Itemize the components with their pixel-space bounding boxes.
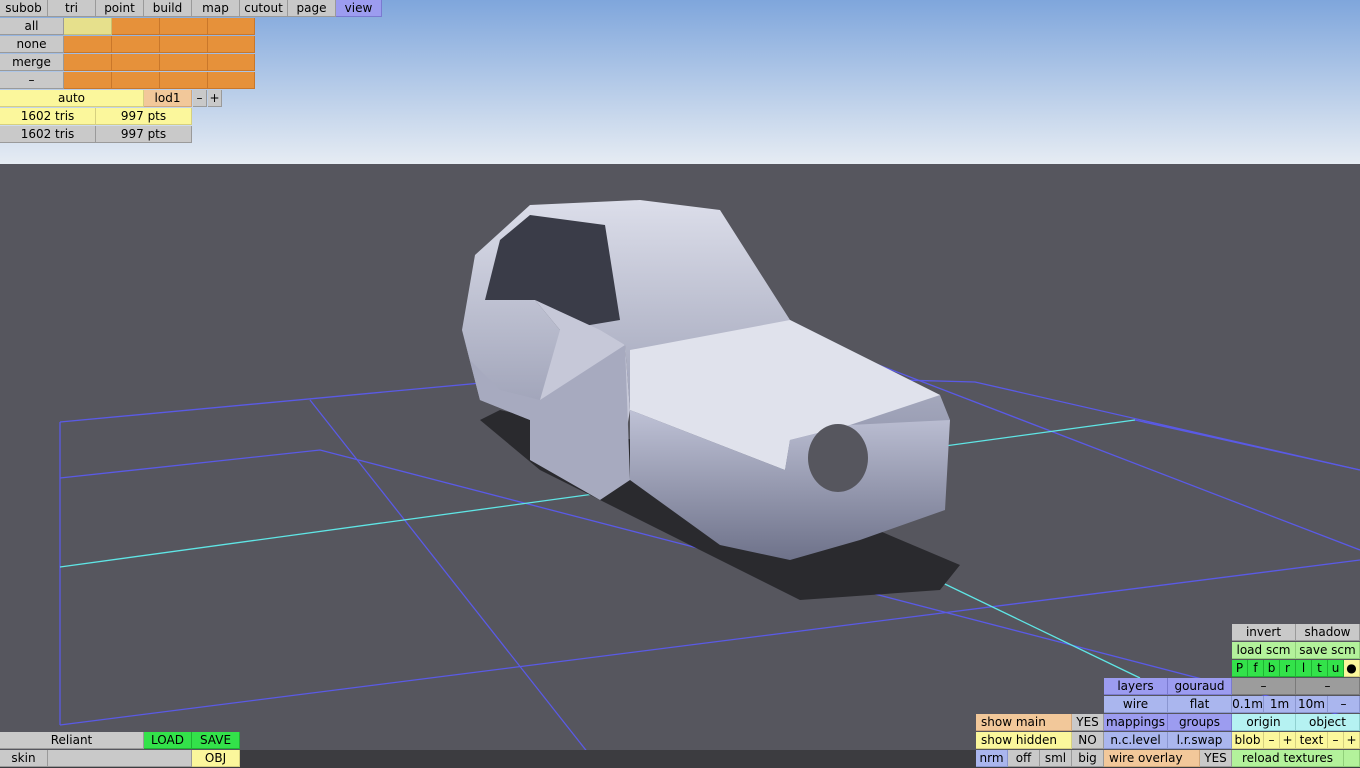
layers-button[interactable]: layers — [1104, 678, 1168, 695]
blob-button[interactable]: blob — [1232, 732, 1264, 749]
save-scm-button[interactable]: save scm — [1296, 642, 1360, 659]
show-hidden-label: show hidden — [976, 732, 1072, 749]
subob-slot[interactable] — [208, 72, 255, 89]
reload-textures-button[interactable]: reload textures — [1232, 750, 1344, 767]
point-count-total: 997 pts — [96, 126, 192, 143]
tab-point[interactable]: point — [96, 0, 144, 17]
text-minus-button[interactable]: – — [1328, 732, 1344, 749]
dash-button[interactable]: – — [1296, 678, 1360, 695]
tab-cutout[interactable]: cutout — [240, 0, 288, 17]
subob-slot[interactable] — [112, 72, 160, 89]
subob-slot[interactable] — [208, 36, 255, 53]
grid-1m-button[interactable]: 1m — [1264, 696, 1296, 713]
tab-subob[interactable]: subob — [0, 0, 48, 17]
wire-button[interactable]: wire — [1104, 696, 1168, 713]
view-t-button[interactable]: t — [1312, 660, 1328, 677]
point-count: 997 pts — [96, 108, 192, 125]
mappings-button[interactable]: mappings — [1104, 714, 1168, 731]
show-hidden-toggle[interactable]: NO — [1072, 732, 1104, 749]
subob-slot[interactable] — [160, 18, 208, 35]
grid-0-1m-button[interactable]: 0.1m — [1232, 696, 1264, 713]
lod-selector[interactable]: lod1 — [144, 90, 192, 107]
subob-slot[interactable] — [112, 54, 160, 71]
invert-button[interactable]: invert — [1232, 624, 1296, 641]
text-button[interactable]: text — [1296, 732, 1328, 749]
text-plus-button[interactable]: + — [1344, 732, 1360, 749]
tab-map[interactable]: map — [192, 0, 240, 17]
model-name-field[interactable]: Reliant — [0, 732, 144, 749]
dash-button[interactable]: – — [1232, 678, 1296, 695]
wire-overlay-label: wire overlay — [1104, 750, 1200, 767]
blob-minus-button[interactable]: – — [1264, 732, 1280, 749]
subob-slot[interactable] — [64, 18, 112, 35]
big-button[interactable]: big — [1072, 750, 1104, 767]
skin-field[interactable] — [48, 750, 192, 767]
grid-10m-button[interactable]: 10m — [1296, 696, 1328, 713]
nrm-button[interactable]: nrm — [976, 750, 1008, 767]
view-u-button[interactable]: u — [1328, 660, 1344, 677]
lod-auto-button[interactable]: auto — [0, 90, 144, 107]
view-p-button[interactable]: P — [1232, 660, 1248, 677]
lod-minus-button[interactable]: – — [193, 90, 207, 107]
subob-slot[interactable] — [112, 18, 160, 35]
subob-slot[interactable] — [112, 36, 160, 53]
sml-button[interactable]: sml — [1040, 750, 1072, 767]
tab-build[interactable]: build — [144, 0, 192, 17]
subob-slot[interactable] — [64, 72, 112, 89]
subob-slot[interactable] — [160, 72, 208, 89]
merge-button[interactable]: merge — [0, 54, 64, 71]
select-all-button[interactable]: all — [0, 18, 64, 35]
blob-plus-button[interactable]: + — [1280, 732, 1296, 749]
lod-plus-button[interactable]: + — [208, 90, 222, 107]
lr-swap-button[interactable]: l.r.swap — [1168, 732, 1232, 749]
tri-count-total: 1602 tris — [0, 126, 96, 143]
save-button[interactable]: SAVE — [192, 732, 240, 749]
3d-viewport[interactable] — [0, 0, 1360, 768]
view-r-button[interactable]: r — [1280, 660, 1296, 677]
tab-tri[interactable]: tri — [48, 0, 96, 17]
flat-button[interactable]: flat — [1168, 696, 1232, 713]
wire-overlay-toggle[interactable]: YES — [1200, 750, 1232, 767]
subob-slot[interactable] — [208, 18, 255, 35]
off-button[interactable]: off — [1008, 750, 1040, 767]
shadow-button[interactable]: shadow — [1296, 624, 1360, 641]
tab-page[interactable]: page — [288, 0, 336, 17]
show-main-label: show main — [976, 714, 1072, 731]
obj-button[interactable]: OBJ — [192, 750, 240, 767]
skin-label: skin — [0, 750, 48, 767]
view-b-button[interactable]: b — [1264, 660, 1280, 677]
origin-button[interactable]: origin — [1232, 714, 1296, 731]
view-dot-button[interactable]: ● — [1344, 660, 1360, 677]
groups-button[interactable]: groups — [1168, 714, 1232, 731]
tab-view[interactable]: view — [336, 0, 382, 17]
tri-count: 1602 tris — [0, 108, 96, 125]
subob-dash-button[interactable]: – — [0, 72, 64, 89]
subob-slot[interactable] — [64, 36, 112, 53]
subob-slot[interactable] — [208, 54, 255, 71]
gouraud-button[interactable]: gouraud — [1168, 678, 1232, 695]
view-f-button[interactable]: f — [1248, 660, 1264, 677]
nc-level-button[interactable]: n.c.level — [1104, 732, 1168, 749]
view-l-button[interactable]: l — [1296, 660, 1312, 677]
load-scm-button[interactable]: load scm — [1232, 642, 1296, 659]
headlight-hole — [808, 424, 868, 492]
grid-dash-button[interactable]: – — [1328, 696, 1360, 713]
show-main-toggle[interactable]: YES — [1072, 714, 1104, 731]
subob-slot[interactable] — [64, 54, 112, 71]
subob-slot[interactable] — [160, 36, 208, 53]
select-none-button[interactable]: none — [0, 36, 64, 53]
object-button[interactable]: object — [1296, 714, 1360, 731]
reload-textures-extra-button[interactable] — [1344, 750, 1360, 767]
load-button[interactable]: LOAD — [144, 732, 192, 749]
subob-slot[interactable] — [160, 54, 208, 71]
